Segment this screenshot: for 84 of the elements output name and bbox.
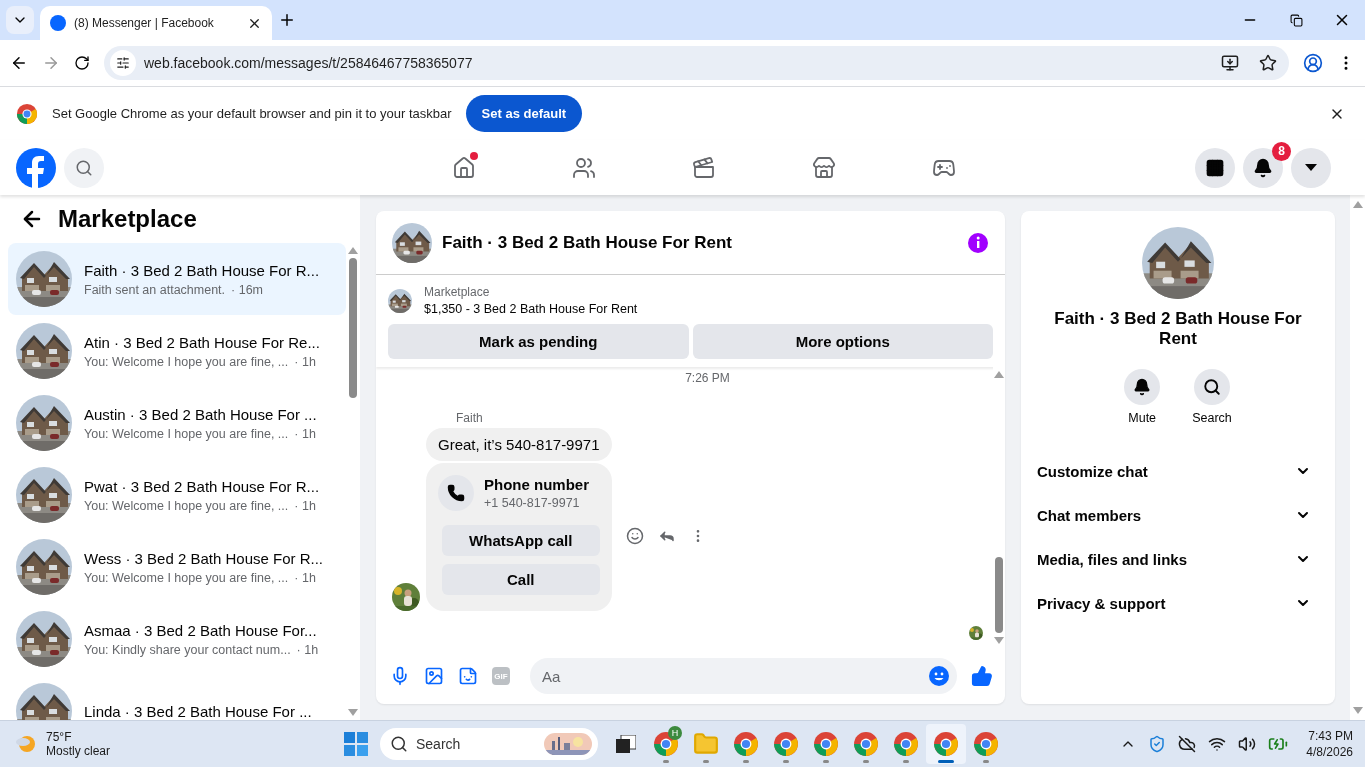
tab-search-button[interactable] [6, 6, 34, 34]
timestamp: 7:26 PM [685, 371, 730, 385]
account-button[interactable] [1291, 147, 1331, 188]
windows-icon[interactable] [344, 732, 368, 756]
chrome-icon[interactable] [853, 731, 879, 757]
bell-icon [1253, 157, 1273, 178]
friends-icon [572, 155, 596, 180]
microphone-icon[interactable] [390, 666, 410, 686]
install-icon[interactable] [1221, 54, 1239, 72]
chrome-icon[interactable] [16, 102, 38, 125]
chrome-icon[interactable] [893, 731, 919, 757]
taskbar-app[interactable] [926, 724, 966, 764]
set-default-button[interactable]: Set as default [465, 95, 583, 132]
chrome-icon[interactable] [653, 731, 679, 757]
sender-name: Faith [456, 411, 484, 425]
restore-icon[interactable] [1289, 13, 1303, 27]
chrome-icon[interactable] [973, 731, 999, 757]
forward-icon[interactable] [42, 54, 60, 72]
back-icon[interactable] [10, 54, 28, 72]
site-info-button[interactable] [110, 50, 136, 76]
bookmark-icon[interactable] [1259, 54, 1277, 72]
chrome-icon[interactable] [813, 731, 839, 757]
chrome-icon[interactable] [933, 731, 959, 757]
conversation-item[interactable]: Asmaa · 3 Bed 2 Bath House For... You: Kindly share your contact num... · 1h [8, 603, 346, 675]
scrollbar[interactable] [1350, 195, 1365, 720]
like-icon[interactable] [971, 665, 993, 687]
section-header[interactable]: Media, files and links [1037, 537, 1319, 581]
sidebar-title: Marketplace [58, 205, 197, 233]
notification-badge: 8 [1272, 141, 1291, 161]
conversation-item[interactable]: Atin · 3 Bed 2 Bath House For Re... You: Welcome I hope you are fine, ... · 1h [8, 315, 346, 387]
chrome-icon[interactable] [773, 731, 799, 757]
wifi-icon[interactable] [1208, 735, 1227, 753]
shield-icon[interactable] [1148, 735, 1167, 753]
message-field[interactable]: Aa [530, 658, 957, 694]
conversation-item[interactable]: Wess · 3 Bed 2 Bath House For R... You: Welcome I hope you are fine, ... · 1h [8, 531, 346, 603]
address-bar[interactable]: web.facebook.com/messages/t/25846467758365077 [104, 46, 1289, 80]
infobar-message: Set Google Chrome as your default browser and pin it to your taskbar [52, 106, 452, 121]
image-icon[interactable] [424, 666, 444, 686]
action-button[interactable]: More options [692, 324, 993, 359]
taskbar-search[interactable]: Search [380, 728, 598, 760]
action-button[interactable]: Mark as pending [388, 324, 689, 359]
video-icon [692, 155, 716, 180]
message-bubble: Great, it’s 540-817-9971 [426, 428, 612, 461]
search-icon [390, 735, 408, 753]
conversation-item[interactable]: Pwat · 3 Bed 2 Bath House For R... You: Welcome I hope you are fine, ... · 1h [8, 459, 346, 531]
profile-name: Faith · 3 Bed 2 Bath House For Rent [1053, 309, 1303, 349]
temperature: 75°F [46, 730, 73, 744]
conversation-item[interactable]: Austin · 3 Bed 2 Bath House For ... You: Welcome I hope you are fine, ... · 1h [8, 387, 346, 459]
profile-icon[interactable] [1303, 53, 1323, 73]
browser-tab[interactable]: (8) Messenger | Facebook [40, 6, 272, 40]
cloud-off-icon[interactable] [1178, 735, 1197, 753]
clock[interactable]: 7:43 PM 4/8/2026 [1306, 729, 1353, 759]
weather-condition: Mostly clear [46, 744, 110, 758]
menu-button[interactable] [1195, 147, 1235, 188]
call-button[interactable]: WhatsApp call [442, 525, 600, 556]
section-header[interactable]: Chat members [1037, 493, 1319, 537]
chrome-icon[interactable] [733, 731, 759, 757]
taskbar-app[interactable]: H [646, 724, 686, 764]
task-view-icon [616, 735, 636, 753]
chat-title: Faith · 3 Bed 2 Bath House For Rent [442, 232, 733, 253]
search-icon [1203, 378, 1221, 396]
bell-icon [1133, 378, 1152, 396]
phone-card: Phone number +1 540-817-9971 WhatsApp call Call [426, 463, 612, 611]
listing-title: $1,350 - 3 Bed 2 Bath House For Rent [424, 302, 638, 316]
info-icon[interactable] [967, 231, 989, 254]
conversation-item[interactable]: Faith · 3 Bed 2 Bath House For R... Faith sent an attachment. · 16m [8, 243, 346, 315]
search-button[interactable] [64, 147, 104, 188]
new-tab-icon[interactable] [278, 11, 296, 29]
section-header[interactable]: Privacy & support [1037, 581, 1319, 625]
call-button[interactable]: Call [442, 564, 600, 595]
react-icon[interactable] [625, 527, 644, 545]
search-icon [75, 158, 93, 177]
sticker-icon[interactable] [458, 666, 478, 686]
notifications-button[interactable] [1243, 147, 1283, 188]
caret-icon [1305, 163, 1317, 172]
reload-icon[interactable] [74, 55, 90, 71]
facebook-logo[interactable] [16, 147, 56, 188]
volume-icon[interactable] [1238, 735, 1257, 753]
section-header[interactable]: Customize chat [1037, 449, 1319, 493]
store-icon [812, 155, 836, 180]
site-settings-icon[interactable] [116, 56, 130, 70]
home-icon [452, 155, 476, 180]
emoji-icon[interactable] [929, 666, 949, 686]
listing-label: Marketplace [424, 285, 491, 299]
